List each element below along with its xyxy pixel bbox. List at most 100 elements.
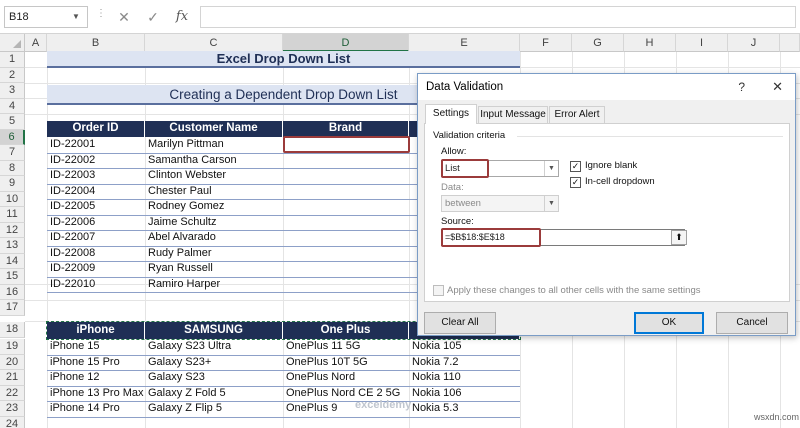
row-header-12[interactable]: 12 <box>0 222 25 238</box>
allow-highlight <box>441 159 489 178</box>
oneplus-model-cell[interactable]: OnePlus 11 5G <box>283 339 409 355</box>
collapse-dialog-icon[interactable]: ⬆ <box>671 230 687 245</box>
oneplus-model-cell[interactable]: OnePlus Nord <box>283 370 409 386</box>
samsung-model-cell[interactable]: Galaxy S23+ <box>145 355 283 371</box>
customer-name-cell[interactable]: Chester Paul <box>145 184 283 200</box>
customer-name-cell[interactable]: Jaime Schultz <box>145 215 283 231</box>
row-header-21[interactable]: 21 <box>0 370 25 386</box>
order-id-cell[interactable]: ID-22002 <box>47 153 145 169</box>
order-id-cell[interactable]: ID-22007 <box>47 230 145 246</box>
samsung-model-cell[interactable]: Galaxy S23 Ultra <box>145 339 283 355</box>
customer-name-cell[interactable]: Abel Alvarado <box>145 230 283 246</box>
row-header-9[interactable]: 9 <box>0 176 25 192</box>
row-header-14[interactable]: 14 <box>0 253 25 269</box>
row-header-23[interactable]: 23 <box>0 401 25 417</box>
row-header-8[interactable]: 8 <box>0 160 25 176</box>
order-id-cell[interactable]: ID-22004 <box>47 184 145 200</box>
row-header-20[interactable]: 20 <box>0 354 25 370</box>
clear-all-button[interactable]: Clear All <box>424 312 496 334</box>
data-select: between ▼ <box>441 195 559 212</box>
row-header-5[interactable]: 5 <box>0 114 25 130</box>
oneplus-model-cell[interactable]: OnePlus 10T 5G <box>283 355 409 371</box>
cancel-entry-button[interactable]: ✕ <box>113 7 135 27</box>
row-header-7[interactable]: 7 <box>0 145 25 161</box>
ok-button[interactable]: OK <box>634 312 704 334</box>
row-header-18[interactable]: 18 <box>0 322 25 338</box>
iphone-model-cell[interactable]: iPhone 14 Pro <box>47 401 145 417</box>
name-box-dropdown-icon[interactable]: ▼ <box>72 6 80 28</box>
customer-name-cell[interactable]: Ryan Russell <box>145 261 283 277</box>
tab-error-alert[interactable]: Error Alert <box>549 106 605 124</box>
nokia-model-cell[interactable]: Nokia 7.2 <box>409 355 520 371</box>
formula-bar: B18 ▼ ⋮ ✕ ✓ fx <box>0 0 800 34</box>
customer-name-cell[interactable]: Ramiro Harper <box>145 277 283 293</box>
row-header-2[interactable]: 2 <box>0 67 25 83</box>
customer-name-cell[interactable]: Rodney Gomez <box>145 199 283 215</box>
column-header-a[interactable]: A <box>25 34 47 52</box>
select-all-corner[interactable] <box>0 34 25 52</box>
row-header-22[interactable]: 22 <box>0 385 25 401</box>
row-header-19[interactable]: 19 <box>0 339 25 355</box>
order-id-cell[interactable]: ID-22005 <box>47 199 145 215</box>
tab-settings[interactable]: Settings <box>425 104 477 124</box>
column-header-e[interactable]: E <box>409 34 520 52</box>
column-header-d[interactable]: D <box>283 34 409 52</box>
sheet-title: Excel Drop Down List <box>47 51 520 68</box>
nokia-model-cell[interactable]: Nokia 5.3 <box>409 401 520 417</box>
column-header-c[interactable]: C <box>145 34 283 52</box>
iphone-model-cell[interactable]: iPhone 15 <box>47 339 145 355</box>
insert-function-button[interactable]: fx <box>171 7 193 27</box>
validation-criteria-label: Validation criteria <box>433 130 506 141</box>
samsung-model-cell[interactable]: Galaxy Z Flip 5 <box>145 401 283 417</box>
iphone-model-cell[interactable]: iPhone 15 Pro <box>47 355 145 371</box>
nokia-model-cell[interactable]: Nokia 106 <box>409 386 520 402</box>
order-id-cell[interactable]: ID-22008 <box>47 246 145 262</box>
formula-input[interactable] <box>200 6 796 28</box>
column-header-j[interactable]: J <box>728 34 780 52</box>
row-header-10[interactable]: 10 <box>0 191 25 207</box>
column-header-g[interactable]: G <box>572 34 624 52</box>
row-header-4[interactable]: 4 <box>0 98 25 114</box>
row-header-11[interactable]: 11 <box>0 207 25 223</box>
in-cell-dropdown-checkbox[interactable]: ✓ <box>570 177 581 188</box>
selected-cell-d6[interactable] <box>283 136 410 153</box>
column-header-i[interactable]: I <box>676 34 728 52</box>
column-header-f[interactable]: F <box>520 34 572 52</box>
order-id-cell[interactable]: ID-22009 <box>47 261 145 277</box>
allow-label: Allow: <box>441 146 467 157</box>
customer-name-cell[interactable]: Samantha Carson <box>145 153 283 169</box>
row-header-1[interactable]: 1 <box>0 52 25 68</box>
nokia-model-cell[interactable]: Nokia 105 <box>409 339 520 355</box>
row-header-17[interactable]: 17 <box>0 300 25 316</box>
ignore-blank-checkbox[interactable]: ✓ <box>570 161 581 172</box>
confirm-entry-button[interactable]: ✓ <box>142 7 164 27</box>
column-header-k[interactable] <box>780 34 800 52</box>
cancel-button[interactable]: Cancel <box>716 312 788 334</box>
column-header-b[interactable]: B <box>47 34 145 52</box>
order-id-cell[interactable]: ID-22006 <box>47 215 145 231</box>
row-header-24[interactable]: 24 <box>0 416 25 428</box>
customer-name-cell[interactable]: Rudy Palmer <box>145 246 283 262</box>
row-header-16[interactable]: 16 <box>0 284 25 300</box>
column-header-h[interactable]: H <box>624 34 676 52</box>
row-header-6[interactable]: 6 <box>0 129 25 145</box>
row-header-15[interactable]: 15 <box>0 269 25 285</box>
customer-name-cell[interactable]: Marilyn Pittman <box>145 137 283 153</box>
order-id-cell[interactable]: ID-22010 <box>47 277 145 293</box>
close-icon[interactable]: ✕ <box>772 74 783 100</box>
row-header-13[interactable]: 13 <box>0 238 25 254</box>
order-id-cell[interactable]: ID-22001 <box>47 137 145 153</box>
iphone-model-cell[interactable]: iPhone 13 Pro Max <box>47 386 145 402</box>
samsung-model-cell[interactable]: Galaxy Z Fold 5 <box>145 386 283 402</box>
customer-name-cell[interactable]: Clinton Webster <box>145 168 283 184</box>
data-validation-dialog: Data Validation ? ✕ Settings Input Messa… <box>417 73 796 336</box>
table-row-border <box>47 416 520 418</box>
nokia-model-cell[interactable]: Nokia 110 <box>409 370 520 386</box>
help-icon[interactable]: ? <box>738 74 745 100</box>
order-id-cell[interactable]: ID-22003 <box>47 168 145 184</box>
row-header-3[interactable]: 3 <box>0 83 25 99</box>
chevron-down-icon[interactable]: ▼ <box>544 161 558 176</box>
tab-input-message[interactable]: Input Message <box>478 106 548 124</box>
samsung-model-cell[interactable]: Galaxy S23 <box>145 370 283 386</box>
iphone-model-cell[interactable]: iPhone 12 <box>47 370 145 386</box>
